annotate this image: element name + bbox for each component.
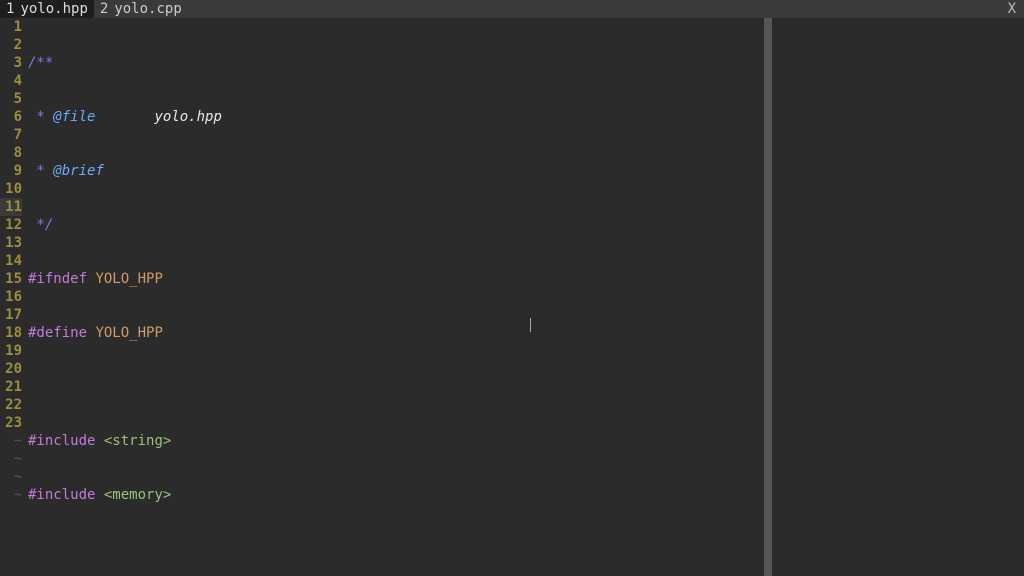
line-number: 4	[0, 72, 22, 90]
editor-window: 1 yolo.hpp 2 yolo.cpp X 1234567891011121…	[0, 0, 1024, 576]
doc-tag-brief: @brief	[53, 163, 104, 179]
line-number: 7	[0, 126, 22, 144]
line-number: 14	[0, 252, 22, 270]
line-number: 20	[0, 360, 22, 378]
editor-padding	[772, 18, 1024, 576]
line-number: 11	[0, 198, 22, 216]
line-number: 21	[0, 378, 22, 396]
line-number: 9	[0, 162, 22, 180]
line-number: 5	[0, 90, 22, 108]
pp-include: #include	[28, 487, 95, 503]
line-number: 17	[0, 306, 22, 324]
line-number: 23	[0, 414, 22, 432]
empty-line-tilde: ~	[0, 486, 22, 504]
tab-yolo-cpp[interactable]: 2 yolo.cpp	[94, 0, 188, 18]
line-number: 10	[0, 180, 22, 198]
line-number: 3	[0, 54, 22, 72]
line-number: 2	[0, 36, 22, 54]
line-number-gutter: 1234567891011121314151617181920212223~~~…	[0, 18, 26, 576]
line-number: 8	[0, 144, 22, 162]
line-number: 22	[0, 396, 22, 414]
line-number: 15	[0, 270, 22, 288]
tab-bar: 1 yolo.hpp 2 yolo.cpp X	[0, 0, 1024, 18]
doc-comment: /**	[28, 55, 53, 71]
pp-include: #include	[28, 433, 95, 449]
empty-line-tilde: ~	[0, 450, 22, 468]
line-number: 12	[0, 216, 22, 234]
main-area: 1234567891011121314151617181920212223~~~…	[0, 18, 1024, 576]
tab-label: yolo.cpp	[114, 0, 181, 18]
empty-line-tilde: ~	[0, 432, 22, 450]
text-cursor-icon	[530, 318, 531, 332]
pp-ifndef: #ifndef	[28, 271, 87, 287]
line-number: 13	[0, 234, 22, 252]
tab-label: yolo.hpp	[20, 0, 87, 18]
tab-index: 2	[100, 0, 108, 18]
empty-line-tilde: ~	[0, 468, 22, 486]
tab-index: 1	[6, 0, 14, 18]
line-number: 19	[0, 342, 22, 360]
scrollbar-thumb[interactable]	[764, 18, 772, 576]
scrollbar[interactable]	[764, 18, 772, 576]
line-number: 1	[0, 18, 22, 36]
doc-tag-file: @file	[53, 109, 95, 125]
close-icon[interactable]: X	[1000, 0, 1024, 18]
line-number: 6	[0, 108, 22, 126]
tab-yolo-hpp[interactable]: 1 yolo.hpp	[0, 0, 94, 18]
line-number: 16	[0, 288, 22, 306]
code-area[interactable]: /** * @file yolo.hpp * @brief */ #ifndef…	[26, 18, 764, 576]
line-number: 18	[0, 324, 22, 342]
pp-define: #define	[28, 325, 87, 341]
